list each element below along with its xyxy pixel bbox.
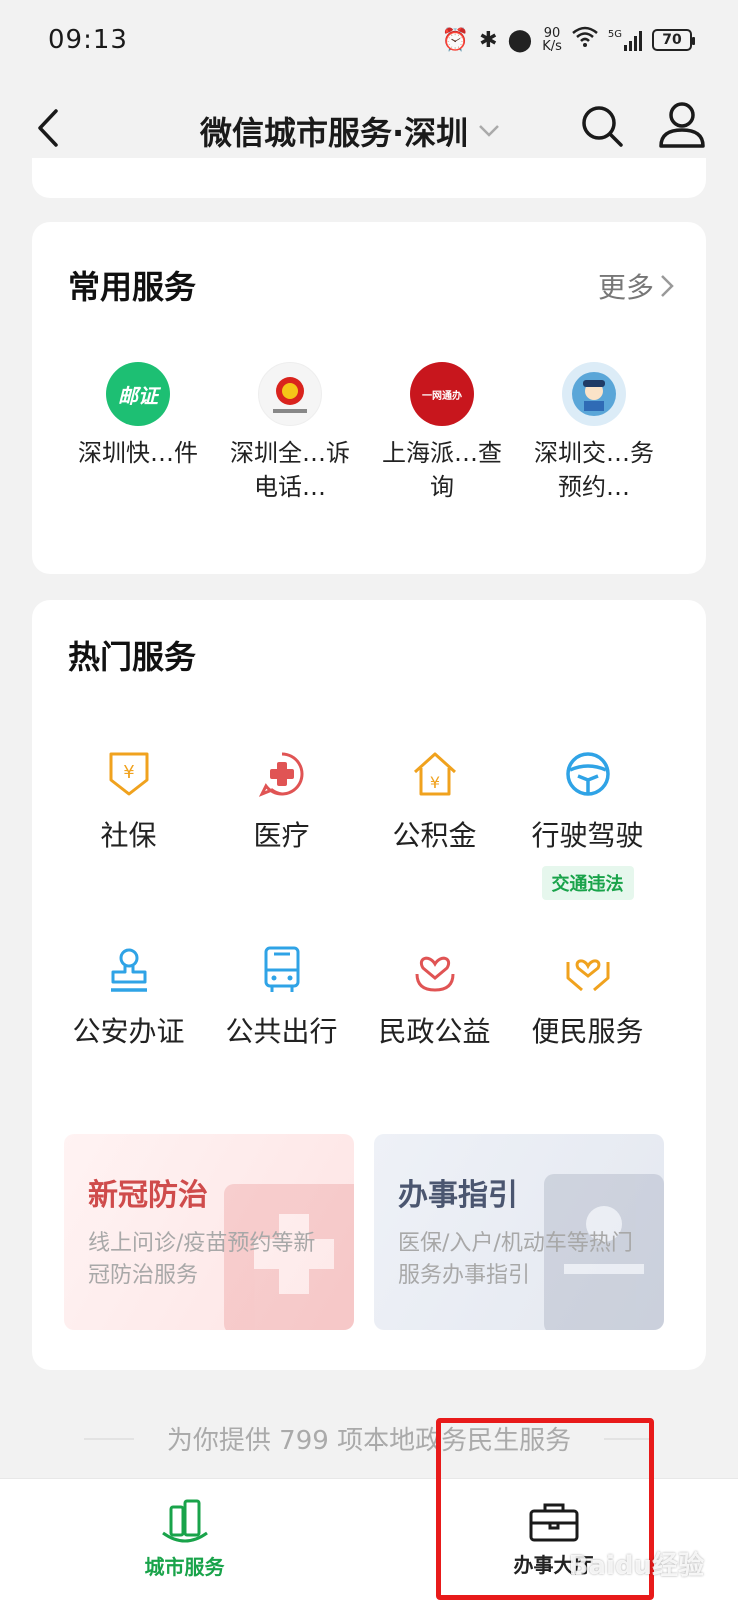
promo-title: 办事指引: [398, 1178, 518, 1213]
scrolled-card-remnant: [32, 158, 706, 198]
battery-icon: 70: [652, 29, 695, 51]
hot-services-grid: ¥ 社保 医疗 ¥ 公积金 行驶驾驶 交通违法 公安办证 公共出行 民政公益 便…: [32, 748, 706, 1140]
common-service-label: 深圳全…诉电话…: [230, 439, 350, 501]
steering-wheel-icon: [565, 752, 610, 796]
status-bar: 09:13 ⏰ ✱ ⬤ 90 K/s 5G 70: [0, 0, 738, 80]
hot-service-label: 公安办证: [72, 1015, 185, 1048]
one-stop-service-logo-icon: 一网通办: [410, 362, 474, 426]
bluetooth-icon: ✱: [479, 27, 498, 53]
wifi-icon: [572, 26, 598, 54]
common-service-item[interactable]: 一网通办 上海派…查询: [366, 362, 518, 504]
bus-icon: [264, 946, 299, 992]
svg-text:¥: ¥: [123, 762, 134, 783]
hot-service-civil-affairs[interactable]: 民政公益: [358, 944, 511, 1140]
housing-fund-icon: ¥: [413, 752, 456, 796]
hot-service-label: 行驶驾驶: [531, 819, 644, 852]
back-arrow-icon: [38, 109, 58, 147]
chevron-right-icon: [661, 275, 674, 297]
civil-affairs-icon: [415, 956, 454, 992]
promo-title: 新冠防治: [88, 1178, 208, 1213]
hot-service-medical[interactable]: 医疗: [205, 748, 358, 944]
net-speed: 90 K/s: [542, 27, 562, 53]
tab-label: 城市服务: [144, 1555, 225, 1579]
hot-service-police[interactable]: 公安办证: [52, 944, 205, 1140]
traffic-violation-tag[interactable]: 交通违法: [541, 866, 634, 900]
common-services-card: 常用服务 更多 邮证 深圳快…件 深圳全…诉电话… 一网通办 上海派…查询 深圳…: [32, 222, 706, 574]
hot-service-social-insurance[interactable]: ¥ 社保: [52, 748, 205, 944]
covid-prevention-promo[interactable]: 新冠防治 线上问诊/疫苗预约等新冠防治服务: [64, 1134, 354, 1330]
service-count-notice: 为你提供 799 项本地政务民生服务: [166, 1426, 572, 1456]
tab-city-services[interactable]: 城市服务: [0, 1479, 369, 1600]
search-icon: [582, 106, 623, 147]
hot-service-label: 民政公益: [378, 1015, 491, 1048]
network-type: 5G: [607, 29, 622, 40]
common-services-grid: 邮证 深圳快…件 深圳全…诉电话… 一网通办 上海派…查询 深圳交…务预约…: [32, 362, 706, 504]
back-button[interactable]: [28, 98, 68, 158]
promo-description: 线上问诊/疫苗预约等新冠防治服务: [88, 1231, 316, 1288]
hot-services-title: 热门服务: [68, 638, 197, 676]
logo-text: 邮证: [118, 383, 158, 408]
service-guide-promo[interactable]: 办事指引 医保/入户/机动车等热门服务办事指引: [374, 1134, 664, 1330]
location-icon: ⬤: [507, 27, 533, 53]
social-insurance-icon: ¥: [109, 752, 148, 796]
chevron-down-icon: [479, 125, 500, 137]
common-service-label: 上海派…查询: [382, 439, 502, 501]
common-service-label: 深圳交…务预约…: [534, 439, 654, 501]
search-button[interactable]: [578, 102, 626, 150]
hot-service-housing-fund[interactable]: ¥ 公积金: [358, 748, 511, 944]
police-certificate-icon: [110, 948, 147, 992]
more-label: 更多: [597, 271, 654, 304]
hot-service-label: 公共出行: [225, 1015, 338, 1048]
more-link[interactable]: 更多: [598, 266, 674, 306]
hot-services-card: 热门服务 ¥ 社保 医疗 ¥ 公积金 行驶驾驶 交通违法 公安办证 公共出行 民…: [32, 600, 706, 1370]
hot-service-label: 社保: [100, 819, 157, 852]
logo-text: 一网通办: [422, 390, 462, 402]
page-title: 微信城市服务·深圳: [200, 114, 469, 152]
svg-text:¥: ¥: [429, 773, 439, 792]
status-time: 09:13: [48, 25, 128, 55]
common-service-item[interactable]: 深圳交…务预约…: [518, 362, 670, 504]
watermark: Baidu经验: [568, 1551, 704, 1581]
common-service-item[interactable]: 深圳全…诉电话…: [214, 362, 366, 504]
common-services-title: 常用服务: [68, 268, 197, 306]
common-service-label: 深圳快…件: [78, 439, 198, 467]
promo-description: 医保/入户/机动车等热门服务办事指引: [398, 1231, 633, 1288]
traffic-police-logo-icon: [562, 362, 626, 426]
signal-icon: 5G: [608, 29, 642, 51]
city-buildings-icon: [161, 1499, 208, 1543]
medical-icon: [258, 752, 303, 797]
profile-button[interactable]: [656, 98, 708, 150]
hot-service-convenience[interactable]: 便民服务: [511, 944, 664, 1140]
alarm-icon: ⏰: [441, 27, 470, 53]
common-service-item[interactable]: 邮证 深圳快…件: [62, 362, 214, 504]
hot-service-label: 公积金: [392, 819, 477, 852]
national-emblem-icon: [258, 362, 322, 426]
post-logo-icon: 邮证: [106, 362, 170, 426]
hot-service-label: 便民服务: [531, 1015, 644, 1048]
user-icon: [659, 102, 705, 148]
hot-service-label: 医疗: [253, 819, 310, 852]
convenience-icon: [566, 959, 609, 992]
net-speed-unit: K/s: [542, 39, 562, 54]
hot-service-transit[interactable]: 公共出行: [205, 944, 358, 1140]
hot-service-driving[interactable]: 行驶驾驶 交通违法: [511, 748, 664, 944]
city-selector[interactable]: 微信城市服务·深圳: [200, 108, 500, 154]
briefcase-icon: [529, 1503, 578, 1542]
status-icons: ⏰ ✱ ⬤ 90 K/s 5G 70: [441, 26, 695, 54]
